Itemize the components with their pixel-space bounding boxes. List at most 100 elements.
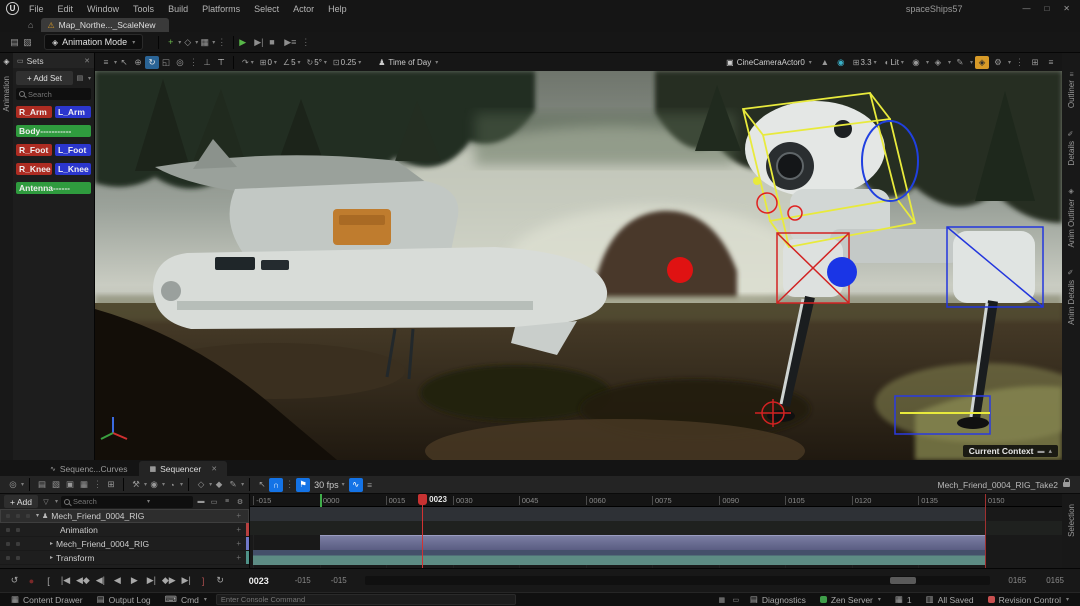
rotate-tool-icon[interactable]: ↻	[145, 55, 160, 69]
view-mode-dropdown[interactable]: ◐ Lit ▾	[885, 58, 904, 67]
snap-floor-icon[interactable]: ⊥	[200, 56, 214, 69]
next-key-button[interactable]: ◆▶	[162, 575, 176, 586]
sets-search-box[interactable]	[16, 88, 91, 100]
sequencer-tree-icon[interactable]: ⊞	[104, 478, 118, 492]
menu-edit[interactable]: Edit	[58, 4, 74, 14]
working-range-start[interactable]: -015	[331, 576, 347, 585]
viewport-canvas[interactable]: Current Context ▬ ▴	[95, 71, 1062, 460]
set-item[interactable]: Antenna------	[16, 182, 91, 194]
timeline-ruler[interactable]: -015 0000 0015 0030 0045 0060 0075 0090 …	[250, 494, 1062, 507]
zoom-scrollbar-thumb[interactable]	[890, 577, 917, 584]
zen-server-dropdown[interactable]: Zen Server ▾	[815, 595, 886, 605]
track-row-rig[interactable]: ▾ ♟ Mech_Friend_0004_RIG +	[0, 509, 249, 523]
auto-key-icon[interactable]: ◆	[212, 478, 226, 492]
minimize-icon[interactable]: —	[1022, 4, 1030, 13]
camera-actor-dropdown[interactable]: ▣ CineCameraActor0 ▾	[726, 58, 812, 67]
close-icon[interactable]: ✕	[84, 57, 90, 65]
editor-mode-dropdown[interactable]: ◈ Animation Mode ▾	[44, 34, 144, 50]
save-sequence-icon[interactable]: ▤	[35, 478, 49, 492]
view-range-end[interactable]: 0165	[1046, 576, 1064, 585]
add-section-icon[interactable]: +	[236, 525, 241, 534]
open-sequence-icon[interactable]: ▧	[49, 478, 63, 492]
tab-selection[interactable]: Selection	[1067, 498, 1076, 543]
playback-end-marker[interactable]	[984, 494, 986, 568]
viewport-options-icon[interactable]: ≡	[99, 56, 113, 69]
to-end-button[interactable]: ▶|	[180, 575, 193, 586]
surface-snap-control[interactable]: ↷ ▾	[242, 58, 254, 67]
playhead[interactable]: 0023	[418, 494, 447, 568]
rig-section-band[interactable]	[319, 535, 985, 550]
marker-toggle-icon[interactable]: ⚑	[296, 477, 311, 492]
tab-sequencer[interactable]: ▦ Sequencer ✕	[139, 461, 228, 476]
tab-sequence-curves[interactable]: ∿ Sequenc...Curves	[40, 461, 137, 476]
preview-platform-icon[interactable]: ◈	[974, 55, 989, 69]
create-camera-icon[interactable]: ▣	[63, 478, 77, 492]
content-browser-icon[interactable]: ▧	[21, 35, 34, 49]
set-item[interactable]: R_Knee	[16, 163, 52, 175]
group-icon[interactable]: ▭	[209, 495, 219, 509]
more-options-icon[interactable]: ⋮	[1015, 57, 1024, 68]
set-item[interactable]: L_Arm	[55, 106, 91, 118]
content-drawer-button[interactable]: ▦ Content Drawer	[6, 594, 88, 605]
menu-file[interactable]: File	[29, 4, 44, 14]
home-icon[interactable]: ⌂	[28, 20, 33, 30]
track-toggle-icon[interactable]	[16, 527, 20, 532]
current-frame-field[interactable]: 0023	[249, 576, 269, 586]
save-status-button[interactable]: ▥ All Saved	[921, 594, 979, 605]
snap-options-icon[interactable]: ⋮	[285, 479, 294, 490]
export-sets-icon[interactable]: ▤	[75, 71, 85, 85]
cmd-dropdown[interactable]: ⌨ Cmd ▾	[160, 594, 212, 605]
track-toggle-icon[interactable]	[6, 541, 10, 546]
play-reverse-button[interactable]: ◀	[111, 575, 124, 586]
set-end-bracket[interactable]: ]	[197, 576, 210, 586]
world-local-toggle-icon[interactable]: ◎	[173, 56, 187, 69]
unreal-logo-icon[interactable]: U	[6, 2, 19, 15]
fps-dropdown[interactable]: 30 fps ▾	[314, 480, 345, 490]
menu-build[interactable]: Build	[168, 4, 188, 14]
filter-icon[interactable]: ▽	[41, 495, 51, 509]
playhead-handle[interactable]	[418, 494, 428, 505]
snap-actor-icon[interactable]: ⊤	[214, 56, 228, 69]
track-toggle-icon[interactable]	[16, 555, 20, 560]
select-tool-icon[interactable]: ↖	[117, 56, 131, 69]
tab-details[interactable]: Details ✎	[1067, 124, 1076, 171]
sequencer-add-button[interactable]: + Add	[4, 495, 38, 508]
track-toggle-icon[interactable]	[16, 513, 20, 518]
set-item[interactable]: R_Arm	[16, 106, 52, 118]
viewport-settings-icon[interactable]: ⚙	[991, 56, 1005, 69]
snap-toggle-icon[interactable]: ∩	[269, 477, 284, 492]
track-toggle-icon[interactable]	[26, 513, 30, 518]
level-tab[interactable]: ⚠ Map_Northe..._ScaleNew	[41, 18, 170, 32]
refresh-icon[interactable]: ↺	[8, 575, 21, 586]
select-edit-icon[interactable]: ↖	[255, 478, 269, 492]
output-log-button[interactable]: ▤ Output Log	[92, 594, 156, 605]
blueprints-icon[interactable]: ◇	[181, 35, 194, 49]
sequencer-search-input[interactable]	[73, 497, 143, 506]
current-context-button[interactable]: Current Context ▬ ▴	[962, 445, 1058, 457]
tab-anim-details[interactable]: Anim Details ✎	[1067, 263, 1076, 331]
grid-snap-control[interactable]: ⊞ 0 ▾	[260, 58, 277, 67]
world-icon[interactable]: ◎	[6, 478, 20, 492]
list-view-icon[interactable]: ≡	[222, 495, 232, 509]
tab-animation[interactable]: Animation	[2, 70, 11, 118]
previous-key-button[interactable]: ◀◆	[76, 575, 90, 586]
pilot-camera-icon[interactable]: ◉	[834, 56, 848, 69]
keyframe-options-icon[interactable]: ◇	[194, 478, 208, 492]
add-section-icon[interactable]: +	[236, 553, 241, 562]
pen-icon[interactable]: ✎	[953, 56, 967, 69]
revision-control-dropdown[interactable]: Revision Control ▾	[983, 595, 1074, 605]
diagnostics-button[interactable]: ▤ Diagnostics	[745, 594, 811, 605]
chevron-right-icon[interactable]: ▸	[50, 540, 53, 547]
badge-counter[interactable]: ▦ 1	[890, 594, 917, 605]
menu-window[interactable]: Window	[87, 4, 119, 14]
tab-anim-outliner[interactable]: Anim Outliner ◈	[1067, 182, 1076, 253]
pin-icon[interactable]: ▬	[196, 495, 206, 509]
add-actor-icon[interactable]: +	[164, 35, 177, 49]
tab-outliner[interactable]: Outliner ≡	[1067, 67, 1076, 114]
console-command-input[interactable]	[215, 594, 516, 605]
stop-button[interactable]: ■	[269, 37, 284, 47]
transform-section-band[interactable]	[253, 550, 985, 565]
to-start-button[interactable]: |◀	[59, 575, 72, 586]
menu-help[interactable]: Help	[328, 4, 347, 14]
menu-tools[interactable]: Tools	[133, 4, 154, 14]
